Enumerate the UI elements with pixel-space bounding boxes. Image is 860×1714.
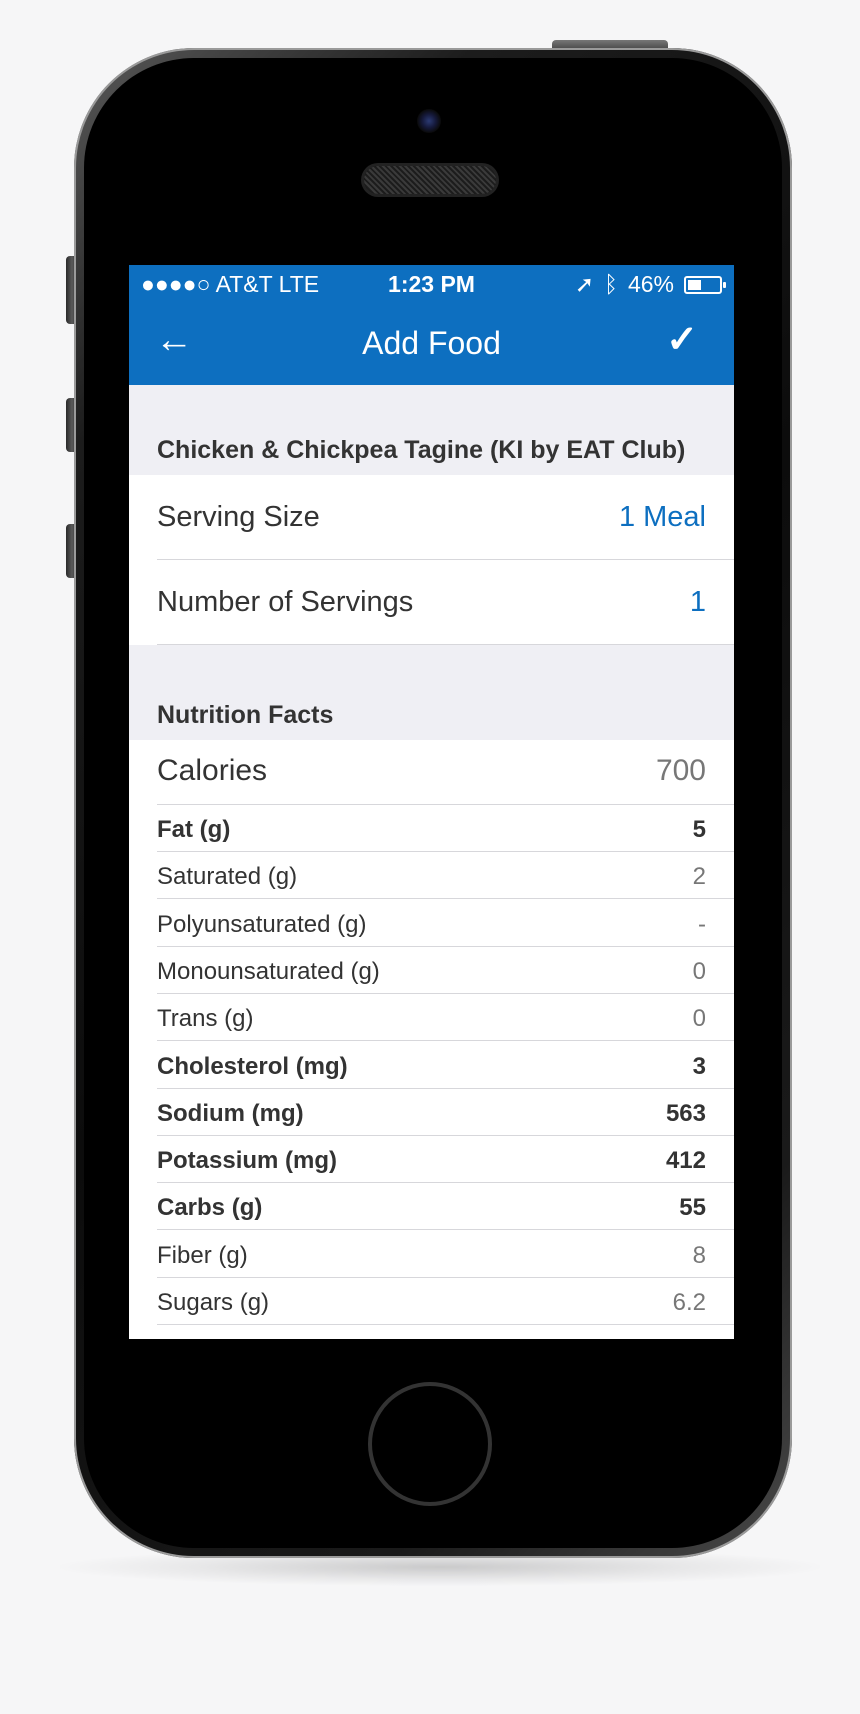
nutrient-value: 2 [692,863,706,891]
calories-row: Calories 700 [157,740,734,805]
battery-percent: 46% [627,271,674,297]
nutrient-row: Trans (g) 0 [157,994,734,1042]
nutrient-row: Fiber (g) 8 [157,1231,734,1278]
serving-size-value[interactable]: 1 Meal [619,501,706,534]
nutrient-label: Cholesterol (mg) [157,1052,348,1080]
food-name-header: Chicken & Chickpea Tagine (KI by EAT Clu… [129,385,734,475]
nutrient-row: Saturated (g) 2 [157,852,734,900]
nutrient-row: Fat (g) 5 [157,805,734,852]
nutrient-label: Monounsaturated (g) [157,957,380,985]
battery-fill [688,279,701,290]
nutrient-value: 412 [665,1147,706,1175]
status-right: ➚ ᛒ 46% [574,271,726,298]
nutrient-value: - [698,910,706,938]
nutrient-row: Sodium (mg) 563 [157,1089,734,1136]
nutrient-row: Potassium (mg) 412 [157,1136,734,1184]
bluetooth-icon: ᛒ [604,271,618,297]
nutrient-value: 0 [692,957,706,985]
nutrient-value: 55 [679,1194,706,1222]
nutrition-list: Calories 700 Fat (g) 5 Saturated (g) 2 Polyu… [129,740,734,1339]
serving-size-row[interactable]: Serving Size 1 Meal [157,475,734,560]
nutrient-row: Polyunsaturated (g) - [157,900,734,947]
servings-label: Number of Servings [157,586,414,618]
battery-icon [684,275,726,294]
nutrient-label: Potassium (mg) [157,1147,338,1175]
nutrient-row: Cholesterol (mg) 3 [157,1042,734,1089]
nutrient-row: Sugars (g) 6.2 [157,1278,734,1325]
servings-row[interactable]: Number of Servings 1 [157,560,734,645]
checkmark-icon[interactable]: ✓ [666,317,698,362]
nutrient-label: Carbs (g) [157,1194,263,1222]
location-icon: ➚ [574,271,595,297]
nutrient-label: Fat (g) [157,816,231,843]
nutrient-label: Trans (g) [157,1005,254,1033]
nutrient-value: 5 [692,816,706,843]
nutrient-row: Monounsaturated (g) 0 [157,947,734,994]
serving-list: Serving Size 1 Meal Number of Servings 1 [129,475,734,645]
nutrient-row: Carbs (g) 55 [157,1183,734,1231]
earpiece-speaker [364,166,496,194]
nutrient-label: Saturated (g) [157,863,298,891]
serving-size-label: Serving Size [157,501,320,533]
nutrient-value: 0 [692,1005,706,1033]
nutrient-value: 563 [665,1099,706,1127]
status-bar: ●●●●○ AT&T LTE 1:23 PM ➚ ᛒ 46% [129,265,734,305]
home-button[interactable] [368,1382,492,1506]
nutrient-label: Fiber (g) [157,1241,248,1269]
nutrient-label: Sodium (mg) [157,1099,304,1127]
nutrient-value: 8 [692,1241,706,1269]
calories-label: Calories [157,754,268,787]
nav-bar: ← Add Food ✓ [129,305,734,385]
nutrient-value: 3 [692,1052,706,1080]
nutrition-header: Nutrition Facts [129,645,734,740]
nutrient-label: Sugars (g) [157,1289,270,1316]
food-name: Chicken & Chickpea Tagine (KI by EAT Clu… [157,436,686,464]
servings-value[interactable]: 1 [690,586,706,619]
nutrient-value: 6.2 [672,1289,706,1316]
front-camera [417,109,441,133]
page-title: Add Food [362,325,501,361]
calories-value: 700 [655,754,706,787]
nutrition-title: Nutrition Facts [157,701,334,729]
nutrient-label: Polyunsaturated (g) [157,910,367,938]
app-screen: ●●●●○ AT&T LTE 1:23 PM ➚ ᛒ 46% ← Add Foo… [129,265,734,1339]
